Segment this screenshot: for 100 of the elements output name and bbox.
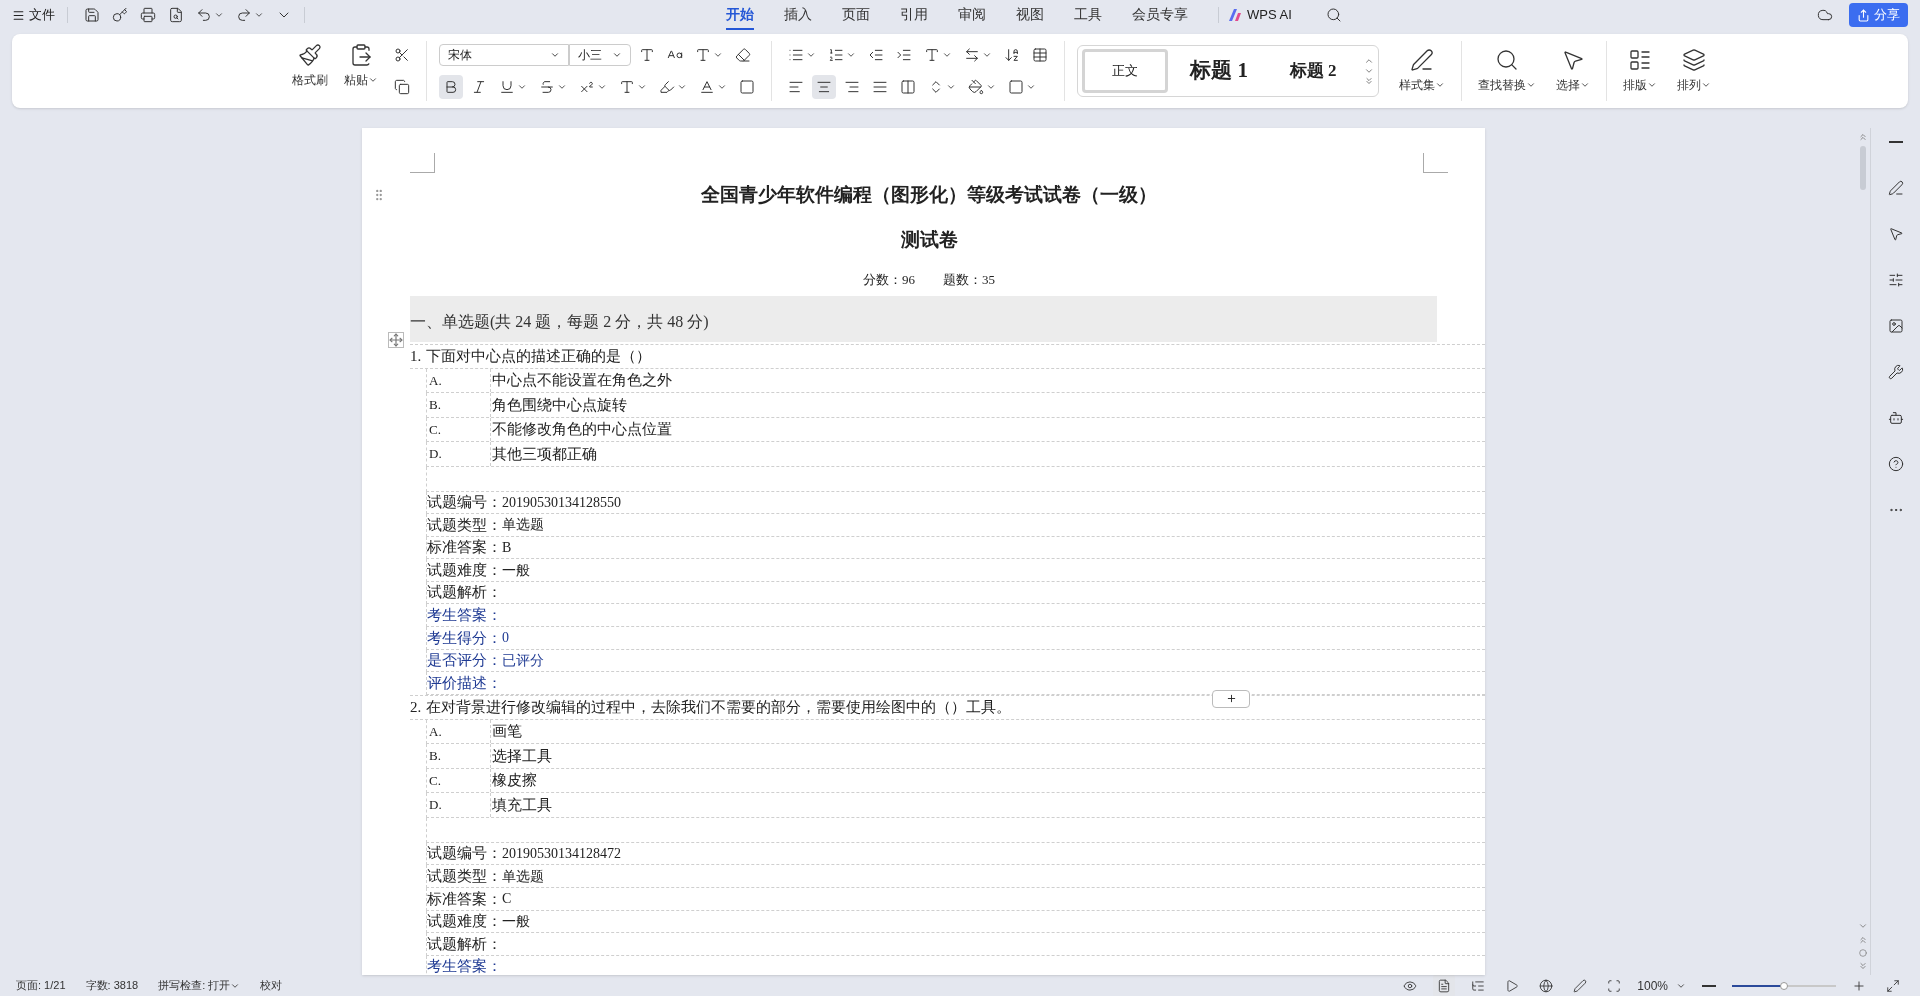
sort-icon bbox=[1004, 47, 1020, 63]
caret-icon bbox=[942, 50, 952, 60]
redo-icon bbox=[236, 7, 252, 23]
option-text: 不能修改角色的中心点位置 bbox=[491, 420, 672, 439]
page-view-button[interactable] bbox=[1433, 973, 1456, 996]
strikethrough-icon bbox=[539, 79, 555, 95]
font-size-select[interactable]: 小三 bbox=[569, 44, 631, 66]
caret-icon bbox=[214, 10, 224, 20]
font-select[interactable]: 宋体 bbox=[439, 44, 569, 66]
info-label: 考生答案： bbox=[427, 606, 502, 625]
info-value: 已评分 bbox=[502, 651, 544, 670]
ribbon-tab[interactable]: 审阅 bbox=[958, 0, 986, 30]
zoom-out-icon bbox=[1702, 984, 1716, 987]
arrange-button[interactable]: 排列 bbox=[1673, 48, 1715, 94]
info-label: 试题类型： bbox=[427, 515, 502, 535]
minimize-icon bbox=[1888, 141, 1903, 143]
style-option[interactable]: 正文 bbox=[1082, 49, 1168, 93]
align-right-icon bbox=[844, 79, 860, 95]
indent-decrease-icon bbox=[868, 47, 884, 63]
info-label: 考生答案： bbox=[427, 957, 502, 975]
caret-icon bbox=[254, 10, 264, 20]
style-option[interactable]: 标题 1 bbox=[1176, 49, 1262, 93]
ribbon-tab[interactable]: 页面 bbox=[842, 0, 870, 30]
numbered-list-icon bbox=[828, 47, 844, 63]
ribbon-tab[interactable]: 工具 bbox=[1074, 0, 1102, 30]
zoom-slider[interactable] bbox=[1732, 984, 1836, 987]
caret-icon bbox=[637, 82, 647, 92]
info-value: 单选题 bbox=[502, 867, 544, 886]
zoom-select[interactable]: 100% bbox=[1637, 976, 1686, 995]
info-value: 一般 bbox=[502, 561, 530, 580]
scrollbar-thumb[interactable] bbox=[1860, 146, 1866, 190]
file-menu[interactable]: 文件 bbox=[12, 5, 55, 25]
section-heading: 一、单选题(共 24 题，每题 2 分，共 48 分) bbox=[410, 311, 709, 333]
caret-icon bbox=[806, 50, 816, 60]
cloud-icon bbox=[1817, 7, 1833, 23]
robot-icon bbox=[1887, 410, 1904, 426]
fit-icon bbox=[1607, 978, 1622, 993]
option-letter: D. bbox=[427, 793, 491, 817]
caret-icon bbox=[1435, 80, 1445, 90]
find-replace-button[interactable]: 查找替换 bbox=[1474, 48, 1540, 94]
page-indicator[interactable]: 页面: 1/21 bbox=[16, 977, 66, 994]
caret-icon bbox=[368, 75, 378, 85]
caret-icon bbox=[946, 82, 956, 92]
paste-button[interactable]: 粘贴 bbox=[340, 43, 382, 89]
style-set-icon bbox=[1410, 48, 1434, 72]
caret-icon bbox=[612, 50, 622, 60]
share-button[interactable]: 分享 bbox=[1849, 3, 1908, 27]
italic-icon bbox=[471, 79, 487, 95]
swap-icon bbox=[964, 47, 980, 63]
layout-icon bbox=[1628, 48, 1652, 72]
share-icon bbox=[1857, 8, 1870, 22]
zoom-in-icon bbox=[1852, 978, 1866, 993]
highlighter-icon bbox=[659, 79, 675, 95]
ribbon-tab[interactable]: 开始 bbox=[726, 0, 754, 30]
ai-logo-icon bbox=[1229, 9, 1243, 21]
caret-icon bbox=[1647, 80, 1657, 90]
ribbon-tab[interactable]: 引用 bbox=[900, 0, 928, 30]
caret-icon bbox=[597, 82, 607, 92]
info-label: 标准答案： bbox=[427, 889, 502, 909]
style-option[interactable]: 标题 2 bbox=[1270, 49, 1356, 93]
image-icon bbox=[1887, 318, 1904, 334]
ribbon-tab[interactable]: 视图 bbox=[1016, 0, 1044, 30]
justify-icon bbox=[872, 79, 888, 95]
question-text: 下面对中心点的描述正确的是（） bbox=[426, 346, 651, 366]
cut-icon bbox=[394, 47, 410, 63]
slider-thumb[interactable] bbox=[1780, 981, 1788, 990]
format-painter-button[interactable]: 格式刷 bbox=[288, 43, 332, 89]
indent-increase-icon bbox=[896, 47, 912, 63]
select-icon bbox=[1561, 48, 1585, 72]
bold-button[interactable] bbox=[439, 75, 463, 99]
option-text: 其他三项都正确 bbox=[491, 444, 597, 464]
ribbon-tab[interactable]: 插入 bbox=[784, 0, 812, 30]
format-painter-icon bbox=[298, 43, 322, 67]
layout-button[interactable]: 排版 bbox=[1619, 48, 1661, 94]
search-icon bbox=[1325, 7, 1342, 23]
eraser-icon bbox=[735, 47, 751, 63]
caret-icon bbox=[986, 82, 996, 92]
info-label: 考生得分： bbox=[427, 628, 502, 648]
ribbon-tab[interactable]: 会员专享 bbox=[1132, 0, 1188, 30]
corner-mark bbox=[1423, 153, 1448, 173]
caret-icon bbox=[717, 82, 727, 92]
info-value: B bbox=[502, 539, 512, 557]
option-text: 画笔 bbox=[491, 722, 522, 742]
caret-icon bbox=[1526, 80, 1536, 90]
border-icon bbox=[1008, 79, 1024, 95]
spell-check-button[interactable]: 拼写检查: 打开 bbox=[158, 977, 241, 994]
fullscreen-icon bbox=[1886, 978, 1900, 993]
page-view-icon bbox=[1437, 978, 1452, 993]
select-button[interactable]: 选择 bbox=[1552, 48, 1594, 94]
info-value: C bbox=[502, 890, 512, 909]
caret-icon bbox=[1580, 80, 1590, 90]
pen-icon bbox=[1573, 978, 1588, 993]
wps-ai-button[interactable]: WPS AI bbox=[1229, 5, 1292, 25]
table-move-icon bbox=[388, 331, 404, 348]
word-count[interactable]: 字数: 3818 bbox=[85, 977, 139, 994]
align-center-button[interactable] bbox=[812, 75, 836, 99]
table-icon bbox=[1032, 47, 1048, 63]
proofread-button[interactable]: 校对 bbox=[260, 977, 283, 994]
style-set-button[interactable]: 样式集 bbox=[1395, 48, 1449, 94]
find-replace-icon bbox=[1495, 48, 1519, 72]
